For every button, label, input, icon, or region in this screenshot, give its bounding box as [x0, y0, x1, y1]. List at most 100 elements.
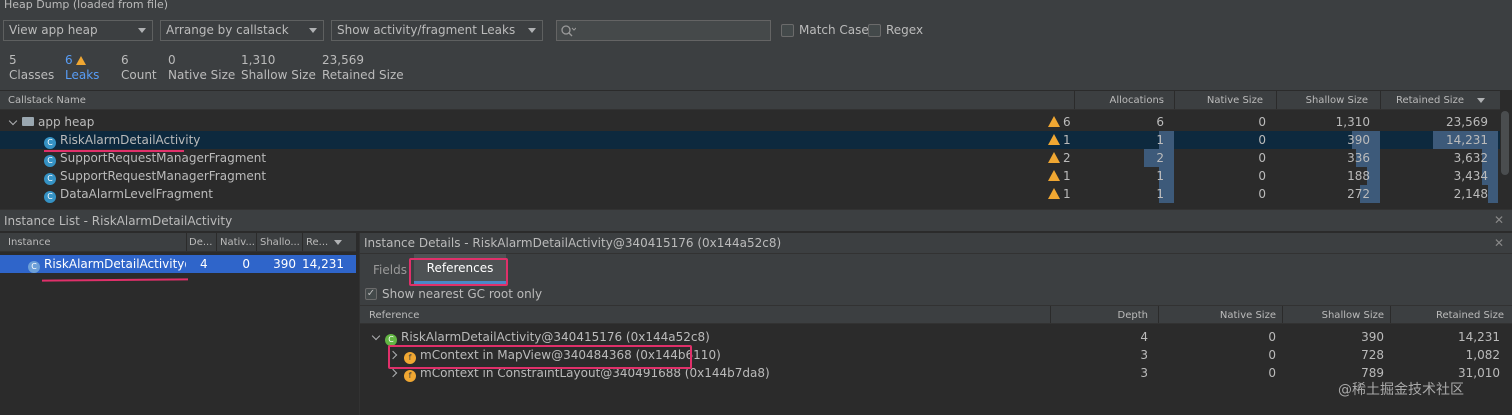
- chevron-down-icon: [138, 28, 146, 33]
- column-header-native-size[interactable]: Native Size: [1220, 306, 1276, 325]
- warning-icon: [1048, 170, 1060, 181]
- search-input[interactable]: [556, 20, 771, 41]
- stat-classes[interactable]: 5 Classes: [9, 53, 54, 83]
- column-header-native[interactable]: Nativ...: [220, 233, 255, 252]
- stat-label: Classes: [9, 68, 55, 82]
- table-row-selected[interactable]: C RiskAlarmDetailActivity 1 1 0 390 14,23…: [0, 131, 1500, 149]
- gc-root-label[interactable]: Show nearest GC root only: [382, 287, 542, 301]
- toolbar: View app heap Arrange by callstack Show …: [0, 14, 1512, 46]
- reference-native: 0: [1268, 330, 1276, 344]
- table-row[interactable]: C SupportRequestManagerFragment 2 2 0 336…: [0, 149, 1500, 167]
- column-header-retained-size[interactable]: Retained Size: [1436, 306, 1504, 325]
- reference-depth: 4: [1140, 330, 1148, 344]
- stat-value: 5: [9, 53, 17, 67]
- close-icon[interactable]: ✕: [1494, 213, 1504, 227]
- stat-count[interactable]: 6 Count: [121, 53, 157, 83]
- filter-select[interactable]: Show activity/fragment Leaks: [331, 20, 543, 41]
- window-title: Heap Dump (loaded from file): [0, 0, 1512, 14]
- class-icon: C: [44, 137, 56, 149]
- row-retained: 14,231: [1446, 133, 1488, 147]
- stat-label: Retained Size: [322, 68, 404, 82]
- warning-icon: [1048, 152, 1060, 163]
- row-shallow: 188: [1347, 169, 1370, 183]
- gc-root-checkbox[interactable]: ✓: [365, 288, 377, 300]
- column-header-callstack-name[interactable]: Callstack Name: [8, 91, 86, 110]
- column-header-allocations[interactable]: Allocations: [1109, 91, 1164, 110]
- table-row[interactable]: app heap 6 6 0 1,310 23,569: [0, 113, 1500, 131]
- row-shallow: 390: [1347, 133, 1370, 147]
- row-allocations: 1: [1156, 169, 1164, 183]
- instance-native: 0: [242, 257, 250, 271]
- column-header-depth[interactable]: Depth: [1118, 306, 1148, 325]
- row-native: 0: [1258, 187, 1266, 201]
- column-header-retained[interactable]: Re...: [306, 233, 328, 252]
- class-icon: C: [44, 191, 56, 203]
- heap-select[interactable]: View app heap: [3, 20, 153, 41]
- instance-retained: 14,231: [302, 257, 344, 271]
- tab-fields[interactable]: Fields: [373, 263, 407, 277]
- references-header: Reference Depth Native Size Shallow Size…: [360, 305, 1512, 324]
- column-header-shallow[interactable]: Shallo...: [260, 233, 300, 252]
- row-leaks: 1: [1063, 169, 1071, 183]
- column-header-reference[interactable]: Reference: [369, 306, 419, 325]
- search-icon: [561, 25, 576, 37]
- row-native: 0: [1258, 169, 1266, 183]
- class-table-header: Callstack Name Allocations Native Size S…: [0, 91, 1500, 110]
- sort-desc-icon: [334, 240, 342, 245]
- stat-shallow-size[interactable]: 1,310 Shallow Size: [241, 53, 316, 83]
- table-row[interactable]: C SupportRequestManagerFragment 1 1 0 188…: [0, 167, 1500, 185]
- instance-name: RiskAlarmDetailActivity@34: [44, 257, 186, 271]
- column-header-shallow-size[interactable]: Shallow Size: [1322, 306, 1384, 325]
- detail-tabs: Fields References: [360, 253, 1512, 285]
- row-allocations: 1: [1156, 187, 1164, 201]
- row-name: SupportRequestManagerFragment: [60, 151, 267, 165]
- reference-row[interactable]: C RiskAlarmDetailActivity@340415176 (0x14…: [360, 328, 1512, 346]
- instance-row-selected[interactable]: C RiskAlarmDetailActivity@34 4 0 390 14,2…: [0, 255, 356, 273]
- gc-root-option: ✓ Show nearest GC root only: [360, 285, 1512, 305]
- instance-details-title-text: Instance Details - RiskAlarmDetailActivi…: [364, 236, 782, 250]
- stat-value: 0: [168, 53, 176, 67]
- row-shallow: 336: [1347, 151, 1370, 165]
- column-header-shallow-size[interactable]: Shallow Size: [1306, 91, 1368, 110]
- chevron-down-icon[interactable]: [371, 331, 381, 341]
- arrange-select-value: Arrange by callstack: [166, 23, 289, 37]
- column-header-instance[interactable]: Instance: [8, 233, 51, 252]
- vertical-scrollbar[interactable]: [1501, 111, 1509, 175]
- table-row[interactable]: C DataAlarmLevelFragment 1 1 0 272 2,148: [0, 185, 1500, 203]
- stat-label: Native Size: [168, 68, 236, 82]
- instance-list-title: Instance List - RiskAlarmDetailActivity: [0, 209, 1512, 231]
- column-header-depth[interactable]: De...: [189, 233, 212, 252]
- row-leaks: 6: [1063, 115, 1071, 129]
- reference-retained: 1,082: [1465, 348, 1500, 362]
- chevron-right-icon[interactable]: [388, 368, 398, 378]
- column-header-retained-size[interactable]: Retained Size: [1396, 91, 1464, 110]
- match-case-label[interactable]: Match Case: [799, 23, 869, 37]
- reference-depth: 3: [1140, 348, 1148, 362]
- stat-retained-size[interactable]: 23,569 Retained Size: [322, 53, 404, 83]
- heap-select-value: View app heap: [9, 23, 98, 37]
- chevron-down-icon: [528, 28, 536, 33]
- row-retained: 3,434: [1453, 169, 1488, 183]
- instance-list-header: Instance De... Nativ... Shallo... Re...: [0, 233, 356, 252]
- row-native: 0: [1258, 133, 1266, 147]
- row-allocations: 1: [1156, 133, 1164, 147]
- reference-name: RiskAlarmDetailActivity@340415176 (0x144…: [401, 330, 710, 344]
- row-name: DataAlarmLevelFragment: [60, 187, 213, 201]
- row-retained: 2,148: [1453, 187, 1488, 201]
- stat-native-size[interactable]: 0 Native Size: [168, 53, 235, 83]
- stat-leaks[interactable]: 6 Leaks: [65, 53, 99, 83]
- row-shallow: 1,310: [1335, 115, 1370, 129]
- chevron-down-icon[interactable]: [8, 116, 18, 126]
- stat-label: Count: [121, 68, 157, 82]
- match-case-checkbox[interactable]: [781, 24, 794, 37]
- regex-label[interactable]: Regex: [886, 23, 923, 37]
- row-native: 0: [1258, 151, 1266, 165]
- close-icon[interactable]: ✕: [1494, 236, 1504, 250]
- regex-checkbox[interactable]: [868, 24, 881, 37]
- reference-depth: 3: [1140, 366, 1148, 380]
- chevron-down-icon: [309, 28, 317, 33]
- warning-icon: [1048, 116, 1060, 127]
- class-icon: C: [44, 155, 56, 167]
- column-header-native-size[interactable]: Native Size: [1207, 91, 1263, 110]
- arrange-select[interactable]: Arrange by callstack: [160, 20, 324, 41]
